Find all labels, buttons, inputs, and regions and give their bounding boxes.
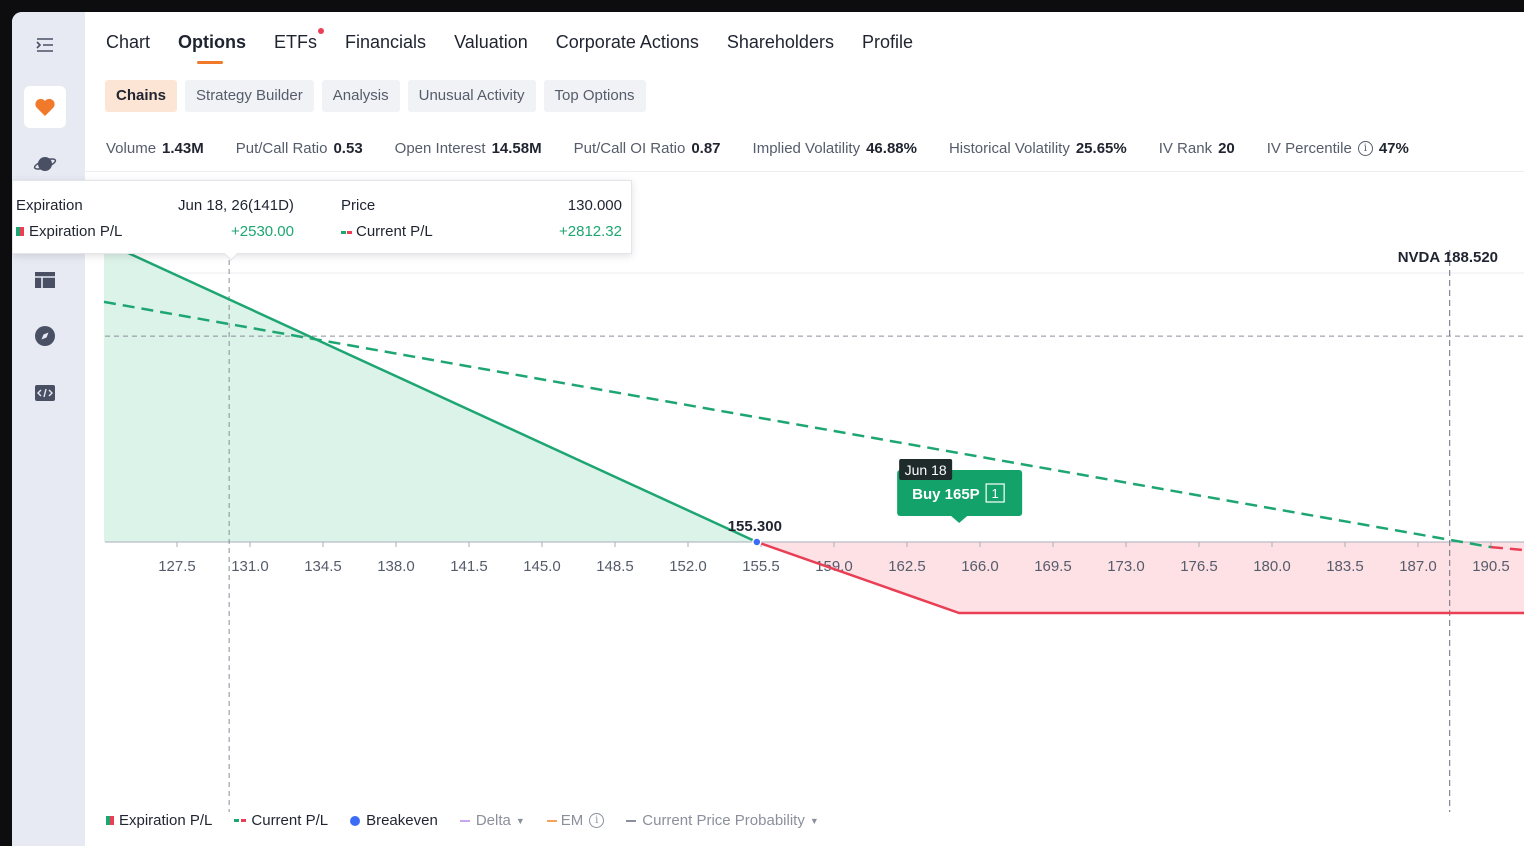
breakeven-label: 155.300 xyxy=(728,518,782,535)
x-tick-label: 148.5 xyxy=(596,558,634,575)
position-marker-pointer xyxy=(951,516,968,523)
stat-label: Historical Volatility xyxy=(948,140,1070,157)
x-tick-label: 187.0 xyxy=(1399,558,1437,575)
sidebar xyxy=(12,12,85,846)
stat-label: Volume xyxy=(106,140,157,157)
subtab-top-options[interactable]: Top Options xyxy=(543,80,646,112)
tab-options[interactable]: Options xyxy=(178,32,246,64)
pl-chart-svg: 127.5 131.0 134.5 138.0 141.5 145.0 148.5 152.0… xyxy=(103,240,1524,812)
x-tick-label: 145.0 xyxy=(523,558,561,575)
tooltip-exp-pl-label: Expiration P/L xyxy=(29,223,123,240)
x-tick-label: 152.0 xyxy=(669,558,707,575)
x-tick-label: 183.5 xyxy=(1326,558,1364,575)
code-icon[interactable] xyxy=(24,372,66,414)
stat-label: Open Interest xyxy=(394,140,486,157)
x-tick-label: 134.5 xyxy=(304,558,342,575)
stat-volume: Volume 1.43M xyxy=(106,140,204,157)
subtab-chains[interactable]: Chains xyxy=(105,80,178,112)
tooltip-pointer-icon xyxy=(224,253,238,261)
tooltip-cur-pl-label: Current P/L xyxy=(356,223,433,240)
legend-swatch xyxy=(16,227,24,236)
subtab-unusual-activity[interactable]: Unusual Activity xyxy=(407,80,536,112)
tooltip-expiration-value: Jun 18, 26(141D) xyxy=(178,197,294,214)
tooltip-exp-pl-value: +2530.00 xyxy=(231,223,294,240)
heart-icon[interactable] xyxy=(24,86,66,128)
legend-swatch xyxy=(341,230,352,234)
x-tick-label: 180.0 xyxy=(1253,558,1291,575)
stat-value: 47% xyxy=(1378,140,1409,157)
loss-area xyxy=(756,542,1524,613)
stats-row: Volume 1.43M Put/Call Ratio 0.53 Open Inte… xyxy=(106,140,1441,157)
tooltip-price-label: Price xyxy=(341,197,376,214)
subtab-analysis[interactable]: Analysis xyxy=(321,80,400,112)
breakeven-point xyxy=(752,537,762,547)
stat-value: 25.65% xyxy=(1075,140,1127,157)
tab-corporate-actions[interactable]: Corporate Actions xyxy=(556,32,699,62)
layout-icon[interactable] xyxy=(24,259,66,301)
app-window: Chart Options ETFs Financials Valuation … xyxy=(12,12,1524,846)
x-tick-label: 131.0 xyxy=(231,558,269,575)
tab-etfs[interactable]: ETFs xyxy=(274,28,325,62)
notification-dot xyxy=(318,28,325,34)
position-label: Buy 165P xyxy=(912,486,980,503)
stat-value: 0.87 xyxy=(691,140,721,157)
expiry-tag-label: Jun 18 xyxy=(905,462,947,478)
x-tick-label: 155.5 xyxy=(742,558,780,575)
tab-profile[interactable]: Profile xyxy=(862,32,913,62)
tooltip-expiration-label: Expiration xyxy=(16,197,83,214)
current-price-label: NVDA 188.520 xyxy=(1397,249,1499,266)
tab-chart[interactable]: Chart xyxy=(106,32,150,62)
x-tick-label: 173.0 xyxy=(1107,558,1145,575)
x-tick-label: 190.5 xyxy=(1472,558,1510,575)
stat-implied-volatility: Implied Volatility 46.88% xyxy=(753,140,917,157)
x-tick-label: 166.0 xyxy=(961,558,999,575)
stat-put-call-oi-ratio: Put/Call OI Ratio 0.87 xyxy=(574,140,721,157)
stat-value: 1.43M xyxy=(162,140,204,157)
sub-tabs: Chains Strategy Builder Analysis Unusual… xyxy=(105,80,646,112)
tooltip-exp-pl: Expiration P/L xyxy=(16,223,122,240)
tooltip-price-value: 130.000 xyxy=(567,197,622,214)
position-marker[interactable]: Jun 18 Buy 165P 1 xyxy=(897,459,1023,523)
stat-label: Implied Volatility xyxy=(752,140,861,157)
stat-label: Put/Call OI Ratio xyxy=(573,140,686,157)
stat-label: IV Percentile xyxy=(1266,140,1352,157)
subtab-strategy-builder[interactable]: Strategy Builder xyxy=(185,80,314,112)
stat-value: 14.58M xyxy=(491,140,542,157)
tooltip-cur-pl: Current P/L xyxy=(341,223,433,240)
hover-tooltip: Expiration Jun 18, 26(141D) Price 130.00… xyxy=(12,180,632,261)
tooltip-cur-pl-value: +2812.32 xyxy=(559,223,622,240)
planet-icon[interactable] xyxy=(24,143,66,185)
stat-value: 0.53 xyxy=(333,140,363,157)
tab-shareholders[interactable]: Shareholders xyxy=(727,32,834,62)
top-nav: Chart Options ETFs Financials Valuation … xyxy=(106,28,941,64)
stat-open-interest: Open Interest 14.58M xyxy=(395,140,542,157)
collapse-icon[interactable] xyxy=(24,24,66,66)
stat-iv-percentile: IV Percentile i 47% xyxy=(1267,140,1409,157)
x-tick-label: 141.5 xyxy=(450,558,488,575)
x-tick-label: 169.5 xyxy=(1034,558,1072,575)
x-tick-label: 138.0 xyxy=(377,558,415,575)
stat-historical-volatility: Historical Volatility 25.65% xyxy=(949,140,1127,157)
pl-chart[interactable]: 127.5 131.0 134.5 138.0 141.5 145.0 148.5 152.0… xyxy=(85,172,1524,846)
quantity-label: 1 xyxy=(992,486,999,501)
tab-etfs-label: ETFs xyxy=(274,32,318,52)
stat-label: IV Rank xyxy=(1158,140,1213,157)
tab-financials[interactable]: Financials xyxy=(345,32,426,62)
info-icon[interactable]: i xyxy=(1357,141,1373,156)
stat-value: 20 xyxy=(1218,140,1235,157)
stat-value: 46.88% xyxy=(866,140,917,157)
x-tick-label: 176.5 xyxy=(1180,558,1218,575)
stat-label: Put/Call Ratio xyxy=(235,140,328,157)
compass-icon[interactable] xyxy=(24,315,66,357)
x-tick-label: 162.5 xyxy=(888,558,926,575)
tab-valuation[interactable]: Valuation xyxy=(454,32,528,62)
stat-iv-rank: IV Rank 20 xyxy=(1159,140,1235,157)
stat-put-call-ratio: Put/Call Ratio 0.53 xyxy=(236,140,363,157)
x-tick-label: 127.5 xyxy=(158,558,196,575)
